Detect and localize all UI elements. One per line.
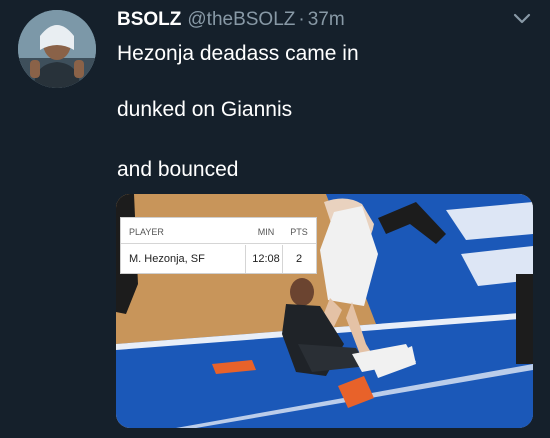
player-name-cell: M. Hezonja, SF — [129, 253, 205, 265]
minutes-cell: 12:08 — [252, 253, 280, 265]
timestamp[interactable]: 37m — [308, 9, 345, 30]
tweet-text-line-2: dunked on Giannis — [117, 98, 293, 121]
separator-dot: · — [298, 9, 305, 30]
avatar-image — [18, 10, 96, 88]
stat-header-row: PLAYER MIN PTS — [121, 218, 316, 244]
user-handle[interactable]: @theBSOLZ — [187, 9, 295, 30]
display-name[interactable]: BSOLZ — [117, 9, 181, 30]
points-cell: 2 — [295, 253, 303, 265]
tweet-text-line-1: Hezonja deadass came in — [117, 42, 359, 65]
tweet-text-line-3: and bounced — [117, 158, 239, 181]
player-stat-overlay: PLAYER MIN PTS M. Hezonja, SF 12:08 2 — [120, 217, 317, 274]
avatar[interactable] — [18, 10, 96, 88]
header-pts: PTS — [290, 227, 308, 237]
header-player: PLAYER — [129, 227, 164, 237]
tweet-header: BSOLZ @theBSOLZ · 37m — [117, 9, 345, 33]
header-min: MIN — [257, 227, 275, 237]
tweet: BSOLZ @theBSOLZ · 37m Hezonja deadass came … — [0, 0, 550, 438]
chevron-down-icon[interactable] — [512, 12, 532, 26]
stat-data-row: M. Hezonja, SF 12:08 2 — [121, 245, 316, 274]
